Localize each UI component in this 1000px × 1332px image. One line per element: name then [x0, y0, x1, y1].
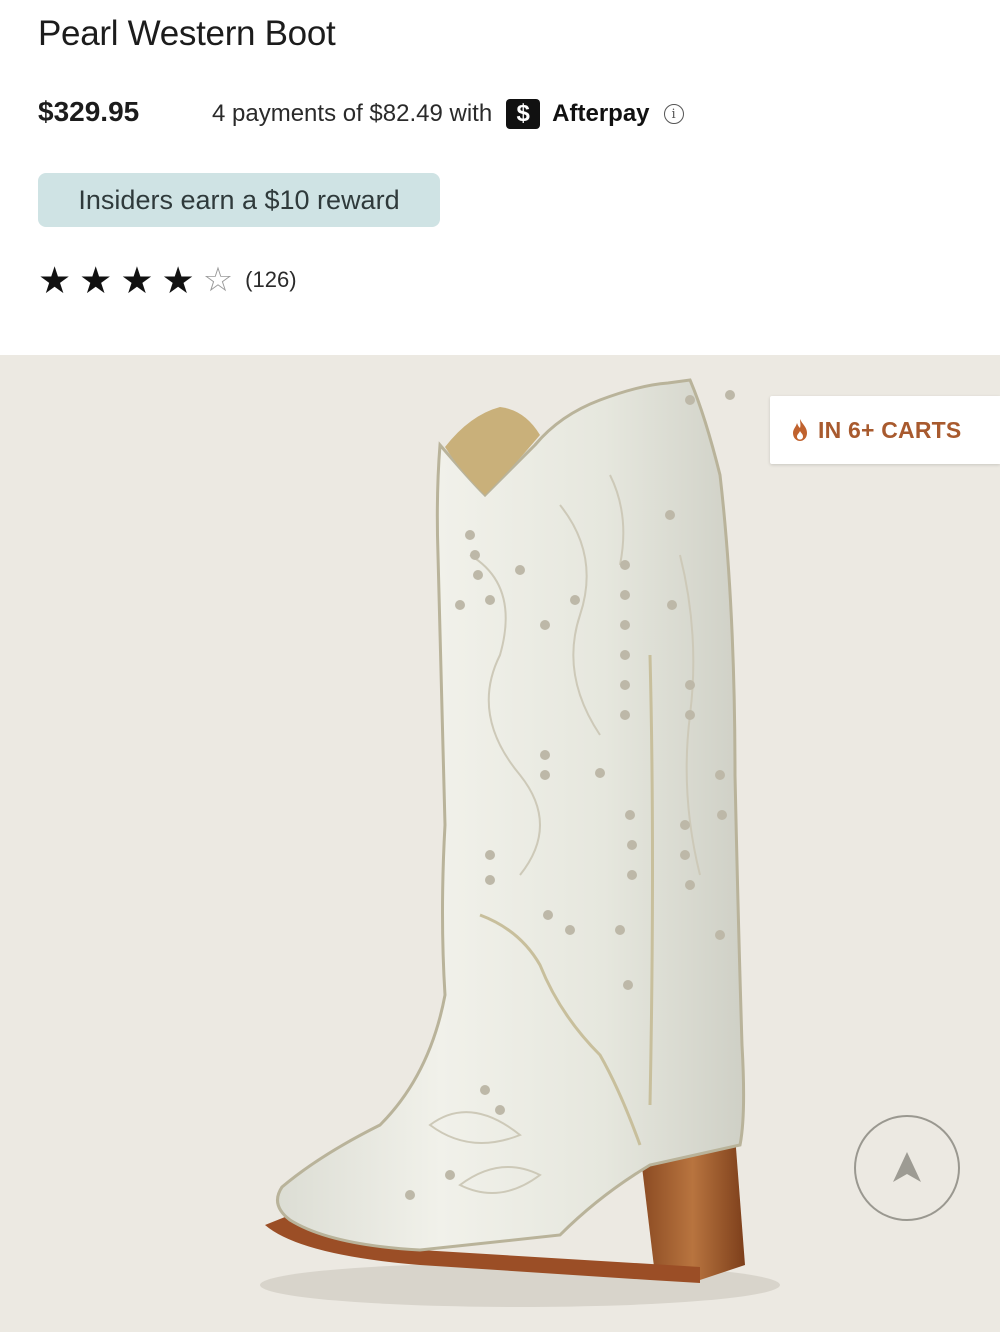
product-image[interactable]: IN 6+ CARTS: [0, 355, 1000, 1332]
flame-icon: [793, 419, 807, 441]
star-filled-icon: ★: [38, 259, 72, 301]
afterpay-installments[interactable]: 4 payments of $82.49 with $ Afterpay i: [212, 97, 684, 131]
arrow-up-icon: [893, 1152, 921, 1182]
product-info-section: Pearl Western Boot $329.95 4 payments of…: [0, 0, 1000, 355]
in-carts-text: IN 6+ CARTS: [818, 416, 962, 443]
product-title: Pearl Western Boot: [38, 14, 336, 53]
scroll-to-top-button[interactable]: [854, 1115, 960, 1221]
in-carts-badge: IN 6+ CARTS: [770, 396, 1000, 464]
star-empty-icon: ☆: [202, 261, 234, 299]
star-filled-icon: ★: [79, 259, 113, 301]
product-rating[interactable]: ★ ★ ★ ★ ☆ (126): [38, 258, 297, 302]
insider-reward-badge[interactable]: Insiders earn a $10 reward: [38, 173, 440, 227]
afterpay-logo-icon: $: [506, 99, 541, 129]
boot-image: [260, 378, 780, 1307]
review-count[interactable]: (126): [245, 267, 296, 293]
star-filled-icon: ★: [120, 259, 154, 301]
star-filled-icon: ★: [161, 259, 195, 301]
installments-text: 4 payments of $82.49 with: [212, 100, 493, 127]
product-price: $329.95: [38, 96, 140, 127]
afterpay-name: Afterpay: [552, 100, 650, 127]
info-icon[interactable]: i: [663, 104, 684, 124]
